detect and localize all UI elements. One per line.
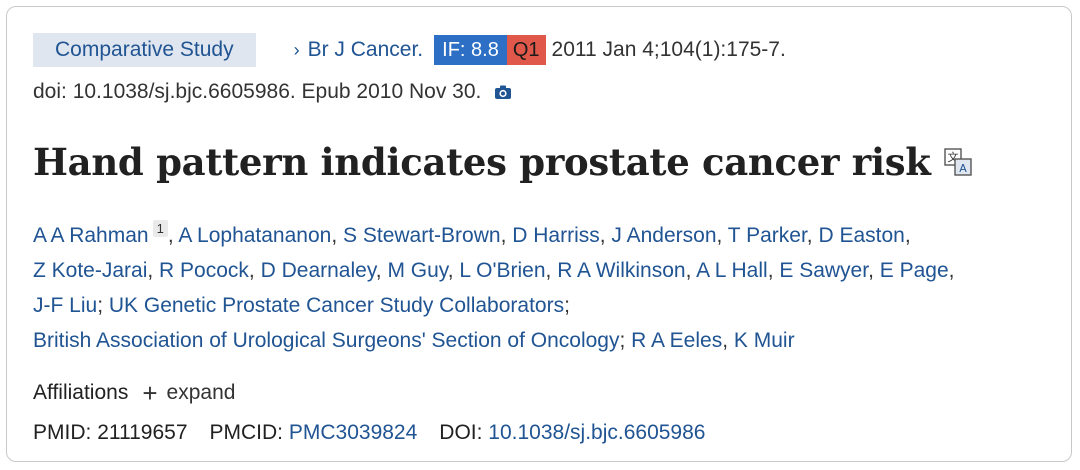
doi-epub-line: doi: 10.1038/sj.bjc.6605986. Epub 2010 N… (33, 80, 513, 104)
journal-name: Br J Cancer. (307, 38, 424, 61)
author-link[interactable]: E Sawyer (779, 259, 868, 282)
author-link[interactable]: J Anderson (611, 224, 716, 247)
author-link[interactable]: K Muir (734, 329, 795, 352)
pmid-value: 21119657 (97, 421, 188, 444)
author-link[interactable]: J-F Liu (33, 294, 97, 317)
affiliations-label: Affiliations (33, 381, 129, 404)
doi-epub-text: doi: 10.1038/sj.bjc.6605986. Epub 2010 N… (33, 80, 482, 103)
author-link[interactable]: M Guy (387, 259, 447, 282)
author-link[interactable]: D Easton (818, 224, 904, 247)
article-meta-line: Comparative Study › Br J Cancer. IF: 8.8… (33, 33, 786, 67)
author-link[interactable]: R A Eeles (631, 329, 722, 352)
author-link[interactable]: D Harriss (512, 224, 600, 247)
author-link[interactable]: S Stewart-Brown (343, 224, 501, 247)
collaborator-link[interactable]: British Association of Urological Surgeo… (33, 329, 619, 352)
pmid-label: PMID: (33, 421, 92, 444)
author-link[interactable]: E Page (880, 259, 949, 282)
author-link[interactable]: D Dearnaley (261, 259, 376, 282)
author-list: A A Rahman 1, A Lophatananon, S Stewart-B… (33, 220, 955, 352)
affiliations-row: Affiliations + expand (33, 378, 236, 408)
journal-link[interactable]: › Br J Cancer. (294, 38, 424, 62)
doi-link[interactable]: 10.1038/sj.bjc.6605986 (488, 421, 705, 445)
author-link[interactable]: R A Wilkinson (557, 259, 685, 282)
pmcid-link[interactable]: PMC3039824 (289, 421, 417, 445)
identifiers-row: PMID: 21119657 PMCID: PMC3039824 DOI: 10… (33, 421, 705, 445)
author-link[interactable]: T Parker (728, 224, 807, 247)
affiliation-ref[interactable]: 1 (152, 220, 168, 237)
author-link[interactable]: A A Rahman (33, 224, 149, 247)
article-title: Hand pattern indicates prostate cancer r… (33, 140, 931, 184)
title-row: Hand pattern indicates prostate cancer r… (33, 140, 973, 184)
pmcid-label: PMCID: (209, 421, 284, 444)
author-link[interactable]: Z Kote-Jarai (33, 259, 147, 282)
citation-text: 2011 Jan 4;104(1):175-7. (551, 38, 786, 61)
collaborator-link[interactable]: UK Genetic Prostate Cancer Study Collabo… (109, 294, 564, 317)
chevron-right-icon: › (293, 39, 300, 60)
translate-icon[interactable]: 文 A (943, 147, 973, 177)
article-type-badge: Comparative Study (33, 33, 256, 67)
author-link[interactable]: R Pocock (159, 259, 249, 282)
quartile-badge: Q1 (506, 35, 546, 65)
camera-icon[interactable] (493, 82, 513, 102)
impact-factor-badge: IF: 8.8 (434, 35, 507, 65)
expand-affiliations-button[interactable]: + expand (142, 378, 236, 408)
author-link[interactable]: A Lophatananon (178, 224, 331, 247)
svg-text:A: A (959, 162, 967, 175)
author-link[interactable]: L O'Brien (459, 259, 545, 282)
doi-label: DOI: (439, 421, 483, 444)
plus-icon: + (142, 378, 158, 408)
expand-label: expand (166, 381, 236, 404)
author-link[interactable]: A L Hall (696, 259, 768, 282)
